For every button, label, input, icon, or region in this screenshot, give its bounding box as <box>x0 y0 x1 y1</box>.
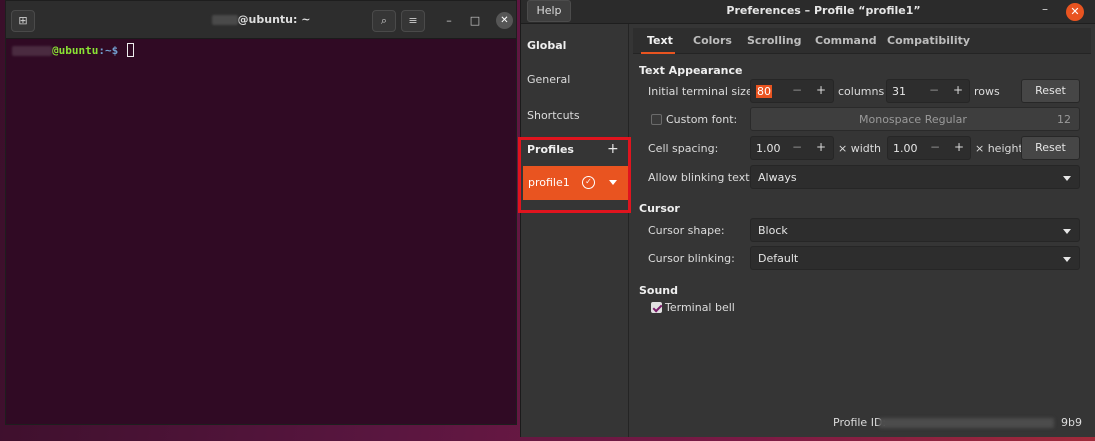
dropdown-arrow-icon <box>1063 229 1071 234</box>
width-label: × width <box>838 142 882 155</box>
columns-value[interactable]: 80 <box>756 85 772 98</box>
redacted-profile-id <box>879 418 1054 428</box>
minus-icon[interactable]: − <box>929 83 939 97</box>
terminal-body[interactable]: @ubuntu:~$ <box>6 39 516 61</box>
sidebar-profiles-header: Profiles <box>527 143 574 156</box>
custom-font-label: Custom font: <box>666 113 738 126</box>
close-icon: ✕ <box>1070 5 1080 18</box>
terminal-window: ⊞ @ubuntu: ~ ⌕ ≡ – □ ✕ @ubuntu:~$ <box>5 0 517 425</box>
sidebar-item-shortcuts[interactable]: Shortcuts <box>527 109 580 122</box>
font-name: Monospace Regular <box>859 113 967 126</box>
tab-colors[interactable]: Colors <box>693 34 732 47</box>
blinking-text-dropdown[interactable]: Always <box>750 165 1080 189</box>
reset-size-button[interactable]: Reset <box>1021 79 1080 103</box>
preferences-sidebar: Global General Shortcuts Profiles + prof… <box>518 24 631 437</box>
close-button[interactable]: ✕ <box>496 12 513 29</box>
minimize-icon: – <box>446 14 452 27</box>
initial-size-label: Initial terminal size: <box>648 85 757 98</box>
text-appearance-heading: Text Appearance <box>639 64 743 77</box>
search-button[interactable]: ⌕ <box>372 10 396 32</box>
tab-compatibility[interactable]: Compatibility <box>887 34 970 47</box>
height-spacing-spinbutton[interactable]: 1.00 − + <box>887 136 971 160</box>
prefs-minimize-button[interactable]: – <box>1037 2 1053 16</box>
height-label: × height <box>975 142 1023 155</box>
rows-value[interactable]: 31 <box>892 85 906 98</box>
profile-menu-arrow-icon[interactable] <box>609 180 617 185</box>
dropdown-arrow-icon <box>1063 176 1071 181</box>
blinking-text-label: Allow blinking text: <box>648 171 754 184</box>
cursor-shape-value: Block <box>758 224 788 237</box>
terminal-headerbar: ⊞ @ubuntu: ~ ⌕ ≡ – □ ✕ <box>6 1 516 39</box>
maximize-button[interactable]: □ <box>465 11 485 31</box>
terminal-title-text: @ubuntu: ~ <box>237 13 311 26</box>
font-size: 12 <box>1057 113 1071 126</box>
cell-spacing-label: Cell spacing: <box>648 142 719 155</box>
columns-label: columns <box>838 85 885 98</box>
sound-heading: Sound <box>639 284 679 297</box>
prompt-path: :~$ <box>98 44 119 57</box>
tab-scrolling[interactable]: Scrolling <box>747 34 801 47</box>
minus-icon[interactable]: − <box>930 140 940 154</box>
columns-spinbutton[interactable]: 80 − + <box>750 79 834 103</box>
cursor-heading: Cursor <box>639 202 680 215</box>
minimize-button[interactable]: – <box>439 11 459 31</box>
plus-icon: + <box>607 141 619 157</box>
blinking-text-value: Always <box>758 171 797 184</box>
rows-label: rows <box>974 85 1000 98</box>
cursor-blinking-dropdown[interactable]: Default <box>750 246 1080 270</box>
redacted-username <box>211 15 238 25</box>
plus-icon[interactable]: + <box>953 83 963 97</box>
redacted-prompt-user <box>12 46 52 56</box>
terminal-bell-checkbox[interactable] <box>651 302 662 313</box>
cursor-shape-label: Cursor shape: <box>648 224 725 237</box>
height-value[interactable]: 1.00 <box>893 142 918 155</box>
profile-settings-content: Text Colors Scrolling Command Compatibil… <box>631 24 1095 437</box>
profile-name: profile1 <box>528 176 570 189</box>
search-icon: ⌕ <box>380 14 388 27</box>
plus-icon[interactable]: + <box>816 140 826 154</box>
menu-button[interactable]: ≡ <box>401 10 425 32</box>
font-chooser-button[interactable]: Monospace Regular 12 <box>750 107 1080 131</box>
cursor-blinking-value: Default <box>758 252 799 265</box>
cursor-blinking-label: Cursor blinking: <box>648 252 735 265</box>
preferences-headerbar: Help Preferences – Profile “profile1” – … <box>521 0 1095 24</box>
preferences-window: Help Preferences – Profile “profile1” – … <box>518 0 1095 437</box>
active-tab-indicator <box>641 52 675 54</box>
width-value[interactable]: 1.00 <box>756 142 781 155</box>
minimize-icon: – <box>1042 2 1048 16</box>
rows-spinbutton[interactable]: 31 − + <box>886 79 970 103</box>
profile-id-tail: 9b9 <box>1061 416 1082 429</box>
minus-icon[interactable]: − <box>792 140 802 154</box>
reset-spacing-button[interactable]: Reset <box>1021 136 1080 160</box>
sidebar-item-general[interactable]: General <box>527 73 570 86</box>
maximize-icon: □ <box>469 14 481 27</box>
cursor-shape-dropdown[interactable]: Block <box>750 218 1080 242</box>
plus-icon[interactable]: + <box>954 140 964 154</box>
profile-tabs: Text Colors Scrolling Command Compatibil… <box>633 28 1091 54</box>
sidebar-global-header: Global <box>527 39 567 52</box>
prompt-host: @ubuntu <box>52 44 99 57</box>
preferences-title: Preferences – Profile “profile1” <box>726 4 921 17</box>
help-button[interactable]: Help <box>527 0 571 22</box>
custom-font-checkbox[interactable] <box>651 114 662 125</box>
tab-command[interactable]: Command <box>815 34 877 47</box>
minus-icon[interactable]: − <box>792 83 802 97</box>
plus-icon[interactable]: + <box>816 83 826 97</box>
dropdown-arrow-icon <box>1063 257 1071 262</box>
close-icon: ✕ <box>500 15 509 26</box>
tab-text[interactable]: Text <box>647 34 673 47</box>
sidebar-item-profile1[interactable]: profile1 ✓ <box>523 166 628 200</box>
add-profile-button[interactable]: + <box>607 141 619 157</box>
hamburger-menu-icon: ≡ <box>408 14 418 27</box>
prefs-close-button[interactable]: ✕ <box>1066 3 1084 21</box>
terminal-bell-label: Terminal bell <box>665 301 735 314</box>
default-profile-check-icon: ✓ <box>582 176 595 189</box>
width-spacing-spinbutton[interactable]: 1.00 − + <box>750 136 834 160</box>
text-cursor <box>126 43 134 57</box>
